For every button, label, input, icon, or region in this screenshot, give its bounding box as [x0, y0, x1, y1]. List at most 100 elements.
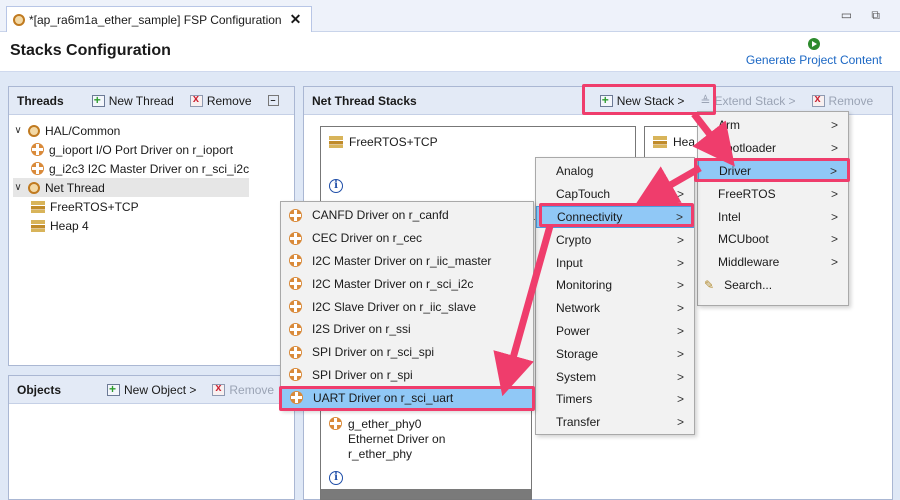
tree-label: g_ioport I/O Port Driver on r_ioport	[49, 142, 234, 157]
card-module: r_ether_phy	[348, 447, 413, 461]
chevron-right-icon: >	[830, 141, 838, 156]
info-icon[interactable]: i	[329, 179, 343, 193]
driver-icon	[290, 391, 303, 405]
remove-object-button[interactable]: Remove	[212, 382, 275, 397]
driver-icon	[289, 300, 302, 314]
collapse-icon[interactable]: –	[267, 95, 279, 106]
menu-item-bootloader[interactable]: Bootloader >	[698, 137, 848, 160]
menu-label: Network	[556, 301, 601, 316]
menu-item-connectivity[interactable]: Connectivity >	[536, 205, 694, 229]
close-icon[interactable]: ✕	[290, 11, 302, 28]
tree-item-i2c3[interactable]: g_i2c3 I2C Master Driver on r_sci_i2c	[13, 159, 249, 178]
tree-item-heap4[interactable]: Heap 4	[13, 216, 249, 235]
menu-item-timers[interactable]: Timers >	[536, 388, 694, 411]
menu-item-captouch[interactable]: CapTouch >	[536, 183, 694, 206]
menu-label: Search...	[724, 277, 773, 292]
menu-item-canfd[interactable]: CANFD Driver on r_canfd	[281, 204, 533, 227]
info-icon[interactable]: i	[329, 471, 343, 485]
chevron-down-icon[interactable]: ∨	[13, 182, 23, 193]
menu-label: FreeRTOS	[718, 186, 776, 201]
menu-item-middleware[interactable]: Middleware >	[698, 251, 848, 274]
gear-icon	[13, 13, 25, 26]
tree-item-freertos-tcp[interactable]: FreeRTOS+TCP	[13, 197, 249, 216]
tree-label: FreeRTOS+TCP	[50, 199, 139, 214]
stack-card-ether-phy[interactable]: g_ether_phy0 Ethernet Driver on r_ether_…	[320, 408, 532, 500]
chevron-right-icon: >	[676, 415, 684, 430]
add-icon	[599, 93, 613, 107]
add-icon	[91, 93, 105, 107]
menu-label: MCUboot	[718, 232, 769, 247]
menu-item-i2s[interactable]: I2S Driver on r_ssi	[281, 318, 533, 341]
menu-item-storage[interactable]: Storage >	[536, 342, 694, 365]
chevron-right-icon: >	[676, 255, 684, 270]
thread-tree: ∨ HAL/Common g_ioport I/O Port Driver on…	[13, 121, 250, 235]
new-thread-button[interactable]: New Thread	[91, 93, 174, 108]
new-stack-button[interactable]: New Stack >	[599, 93, 685, 108]
menu-label: Storage	[556, 346, 599, 361]
menu-item-intel[interactable]: Intel >	[698, 205, 848, 228]
menu-label: CapTouch	[556, 187, 611, 202]
menu-label: Connectivity	[557, 209, 623, 224]
menu-item-cec[interactable]: CEC Driver on r_cec	[281, 227, 533, 250]
editor-tab[interactable]: *[ap_ra6m1a_ether_sample] FSP Configurat…	[6, 6, 312, 32]
tree-item-hal-common[interactable]: ∨ HAL/Common	[13, 121, 249, 140]
tree-label: g_i2c3 I2C Master Driver on r_sci_i2c	[49, 161, 250, 176]
new-stack-label: New Stack >	[616, 93, 685, 108]
driver-icon	[329, 417, 342, 430]
new-stack-menu: Arm > Bootloader > Driver > FreeRTOS > Intel…	[697, 111, 849, 306]
chevron-down-icon[interactable]: ∨	[13, 125, 23, 136]
menu-item-transfer[interactable]: Transfer >	[536, 411, 694, 434]
remove-thread-button[interactable]: Remove	[189, 93, 252, 108]
tree-item-ioport[interactable]: g_ioport I/O Port Driver on r_ioport	[13, 140, 249, 159]
remove-label: Remove	[828, 93, 874, 108]
menu-label: Arm	[718, 118, 740, 133]
menu-item-i2c-iic-master[interactable]: I2C Master Driver on r_iic_master	[281, 250, 533, 273]
menu-item-freertos[interactable]: FreeRTOS >	[698, 182, 848, 205]
menu-item-crypto[interactable]: Crypto >	[536, 228, 694, 251]
menu-item-analog[interactable]: Analog	[536, 160, 694, 183]
stack-icon	[329, 136, 343, 148]
menu-item-power[interactable]: Power >	[536, 320, 694, 343]
remove-stack-button[interactable]: Remove	[811, 93, 874, 108]
menu-item-search[interactable]: ✎ Search...	[698, 274, 848, 297]
page-title: Stacks Configuration	[10, 42, 171, 59]
new-object-label: New Object >	[124, 382, 197, 397]
chevron-right-icon: >	[676, 232, 684, 247]
menu-item-input[interactable]: Input >	[536, 251, 694, 274]
driver-icon	[289, 231, 302, 245]
menu-label: CANFD Driver on r_canfd	[312, 208, 449, 223]
new-object-button[interactable]: New Object >	[107, 382, 197, 397]
chevron-right-icon: >	[676, 278, 684, 293]
menu-item-spi[interactable]: SPI Driver on r_spi	[281, 364, 533, 387]
driver-icon	[31, 162, 44, 175]
menu-item-network[interactable]: Network >	[536, 297, 694, 320]
menu-label: System	[556, 369, 597, 384]
menu-item-i2c-slave[interactable]: I2C Slave Driver on r_iic_slave	[281, 295, 533, 318]
menu-item-driver[interactable]: Driver >	[698, 159, 848, 183]
generate-label: Generate Project Content	[745, 53, 882, 67]
window-controls[interactable]: ▭ ⧉	[841, 8, 888, 23]
play-icon	[807, 38, 820, 50]
extend-stack-button[interactable]: ≜ Extend Stack >	[700, 94, 795, 108]
menu-item-spi-sci[interactable]: SPI Driver on r_sci_spi	[281, 341, 533, 364]
menu-item-system[interactable]: System >	[536, 365, 694, 388]
thread-icon	[28, 181, 40, 194]
driver-icon	[289, 277, 302, 291]
remove-label: Remove	[229, 382, 275, 397]
extend-stack-label: Extend Stack >	[714, 93, 796, 108]
stack-icon	[31, 200, 45, 213]
menu-item-monitoring[interactable]: Monitoring >	[536, 274, 694, 297]
generate-project-button[interactable]: Generate Project Content	[746, 38, 882, 67]
chevron-right-icon: >	[830, 255, 838, 270]
menu-label: Input	[556, 255, 583, 270]
menu-label: Intel	[718, 209, 741, 224]
menu-label: CEC Driver on r_cec	[312, 231, 423, 246]
tree-item-net-thread[interactable]: ∨ Net Thread	[13, 178, 250, 197]
menu-item-i2c-sci[interactable]: I2C Master Driver on r_sci_i2c	[281, 272, 533, 295]
menu-label: Power	[556, 323, 591, 338]
menu-label: Analog	[556, 164, 594, 179]
menu-item-mcuboot[interactable]: MCUboot >	[698, 228, 848, 251]
menu-item-uart[interactable]: UART Driver on r_sci_uart	[281, 386, 533, 410]
menu-item-arm[interactable]: Arm >	[698, 114, 848, 137]
search-wand-icon: ✎	[704, 277, 715, 292]
